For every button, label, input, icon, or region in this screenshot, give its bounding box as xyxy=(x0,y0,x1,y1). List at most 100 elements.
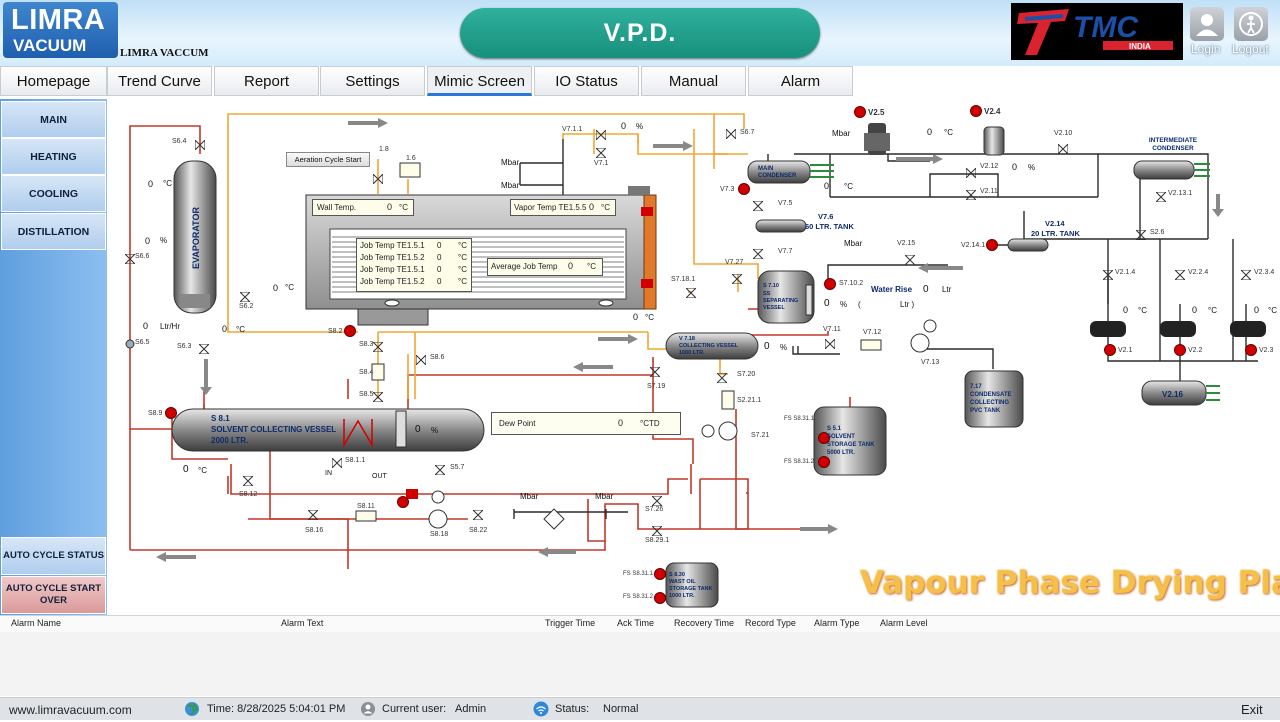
tab-settings[interactable]: Settings xyxy=(320,66,425,96)
tab-io-status[interactable]: IO Status xyxy=(534,66,639,96)
valve-s7181-icon[interactable] xyxy=(685,285,697,299)
avg-job-temp-label: Average Job Temp xyxy=(491,262,558,271)
valve-v212-icon[interactable] xyxy=(965,165,977,179)
tab-trend-curve[interactable]: Trend Curve xyxy=(107,66,212,96)
valve-s65-icon[interactable] xyxy=(125,336,135,349)
water-rise-unit: Ltr xyxy=(942,285,952,294)
valve-v711b-icon[interactable] xyxy=(824,336,836,350)
tab-mimic-screen[interactable]: Mimic Screen xyxy=(427,66,532,96)
valve-v210-icon[interactable] xyxy=(1057,141,1069,155)
sidebar-item-main[interactable]: MAIN xyxy=(1,101,106,138)
tag-v212: V2.12 xyxy=(980,163,999,170)
valve-s63-icon[interactable] xyxy=(198,341,210,355)
valve-s26-icon[interactable] xyxy=(1135,227,1147,241)
heater-out-label: OUT xyxy=(372,473,387,480)
tag-v71: V7.1 xyxy=(594,160,609,167)
autoclave-bottom-temp: 0 xyxy=(633,312,639,322)
job-temp-3-value: 0 xyxy=(437,265,442,274)
col-alarm-text[interactable]: Alarm Text xyxy=(281,618,323,628)
website-link[interactable]: www.limravacuum.com xyxy=(9,703,132,717)
dew-point-unit: °CTD xyxy=(640,419,660,428)
col-alarm-name[interactable]: Alarm Name xyxy=(11,618,61,628)
valve-v711-icon[interactable] xyxy=(595,127,607,141)
exit-button[interactable]: Exit xyxy=(1241,702,1263,717)
valve-18-icon[interactable] xyxy=(372,171,384,185)
tag-s7181: S7.18.1 xyxy=(671,276,696,283)
tmc-logo-sub: INDIA xyxy=(1129,42,1151,51)
valve-v214-icon[interactable] xyxy=(1102,267,1114,281)
col-trigger-time[interactable]: Trigger Time xyxy=(545,618,595,628)
valve-s86-icon[interactable] xyxy=(415,352,427,366)
mbar-label-6: Mbar xyxy=(595,492,614,501)
valve-s812-icon[interactable] xyxy=(242,473,254,487)
separating-l1: SS xyxy=(763,291,771,297)
condensate-tank xyxy=(964,370,1024,428)
sidebar-item-heating[interactable]: HEATING xyxy=(1,138,106,175)
sight-glass-16 xyxy=(399,162,421,178)
tab-report[interactable]: Report xyxy=(214,66,319,96)
valve-s822-icon[interactable] xyxy=(472,507,484,521)
storage-l2: STORAGE TANK xyxy=(827,442,875,448)
tag-v23: V2.3 xyxy=(1259,347,1274,354)
valve-v2131-icon[interactable] xyxy=(1155,189,1167,203)
current-user-value: Admin xyxy=(455,703,487,715)
sidebar-item-distillation[interactable]: DISTILLATION xyxy=(1,213,106,250)
col-recovery-time[interactable]: Recovery Time xyxy=(674,618,734,628)
auto-cycle-status-button[interactable]: AUTO CYCLE STATUS xyxy=(1,537,106,575)
tag-v711b: V7.11 xyxy=(823,326,841,333)
valve-v71-icon[interactable] xyxy=(595,145,607,159)
alarm-s7102-icon xyxy=(824,278,836,290)
valve-s816-icon[interactable] xyxy=(307,507,319,521)
tag-s811-a: S8.1.1 xyxy=(345,457,366,464)
main-condenser-temp: 0 xyxy=(824,181,830,191)
login-button[interactable] xyxy=(1190,7,1224,41)
valve-s8291-icon[interactable] xyxy=(651,523,663,537)
tank-20-ltr xyxy=(1007,238,1049,252)
logout-button[interactable] xyxy=(1234,7,1268,41)
job-temp-1-value: 0 xyxy=(437,241,442,250)
valve-s57-icon[interactable] xyxy=(434,462,446,476)
valve-s720-icon[interactable] xyxy=(716,370,728,384)
valve-s811-icon[interactable] xyxy=(331,455,343,469)
v216-label: V2.16 xyxy=(1162,390,1183,399)
tab-alarm[interactable]: Alarm xyxy=(748,66,853,96)
job-temp-3-label: Job Temp TE1.5.1 xyxy=(360,265,425,274)
valve-v77-icon[interactable] xyxy=(752,246,764,260)
valve-v234-icon[interactable] xyxy=(1240,267,1252,281)
valve-v215-icon[interactable] xyxy=(904,252,916,266)
valve-s62-icon[interactable] xyxy=(239,289,251,303)
water-rise-paren-left: ( xyxy=(858,300,861,309)
valve-s726-icon[interactable] xyxy=(651,493,663,507)
valve-v727-icon[interactable] xyxy=(731,271,743,285)
logout-label[interactable]: Logout xyxy=(1232,42,1269,56)
valve-s83-icon[interactable] xyxy=(372,339,384,353)
tag-fs8312-waste: FS S8.31.2 xyxy=(623,594,654,600)
login-label[interactable]: Login xyxy=(1191,42,1220,56)
tag-fs8311-waste: FS S8.31.1 xyxy=(623,571,654,577)
alarm-table-body[interactable] xyxy=(0,632,1280,696)
water-rise-label: Water Rise xyxy=(871,285,913,294)
tank-214-tag: V2.14 xyxy=(1045,219,1065,228)
aeration-cycle-start-button[interactable]: Aeration Cycle Start xyxy=(286,152,370,167)
col-ack-time[interactable]: Ack Time xyxy=(617,618,654,628)
valve-s66-icon[interactable] xyxy=(124,251,136,265)
col-alarm-level[interactable]: Alarm Level xyxy=(880,618,928,628)
valve-s719-icon[interactable] xyxy=(649,364,661,378)
auto-cycle-start-over-button[interactable]: AUTO CYCLE START OVER xyxy=(1,576,106,614)
waste-l1: WAST OIL xyxy=(669,579,696,585)
valve-s67-icon[interactable] xyxy=(725,126,737,140)
valve-v75-icon[interactable] xyxy=(752,198,764,212)
tag-v712: V7.12 xyxy=(863,329,882,336)
valve-s85-icon[interactable] xyxy=(372,389,384,403)
col-alarm-type[interactable]: Alarm Type xyxy=(814,618,859,628)
valve-v211-icon[interactable] xyxy=(965,187,977,201)
tab-homepage[interactable]: Homepage xyxy=(0,66,107,96)
valve-s64-icon[interactable] xyxy=(194,137,206,151)
waste-tag: S 8.30 xyxy=(669,572,685,578)
sidebar-item-cooling[interactable]: COOLING xyxy=(1,175,106,212)
tab-manual[interactable]: Manual xyxy=(641,66,746,96)
solvent-vessel-name: SOLVENT COLLECTING VESSEL xyxy=(211,425,337,434)
rotary-pumps xyxy=(1090,321,1266,337)
valve-v224-icon[interactable] xyxy=(1174,267,1186,281)
col-record-type[interactable]: Record Type xyxy=(745,618,796,628)
